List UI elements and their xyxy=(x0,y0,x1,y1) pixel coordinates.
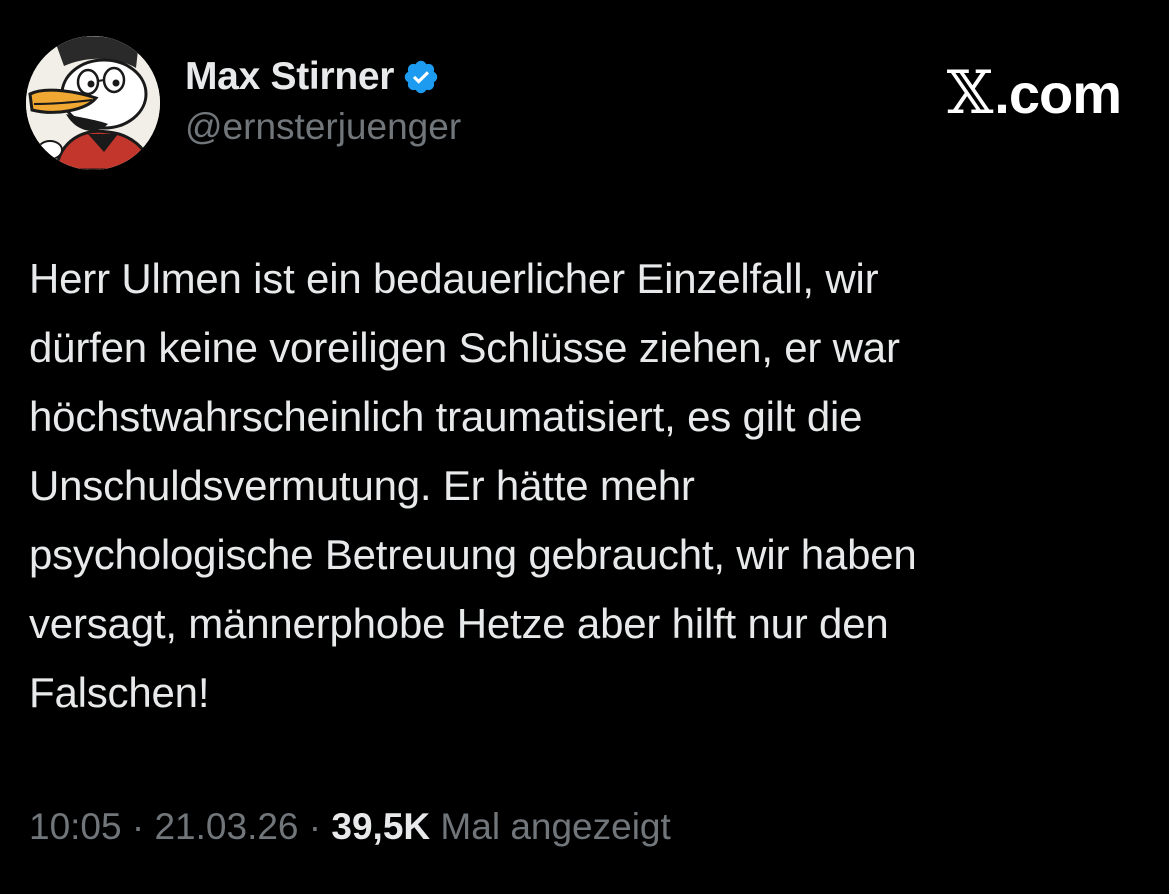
x-logo-icon: 𝕏 xyxy=(946,58,994,128)
author-name-row[interactable]: Max Stirner xyxy=(185,52,440,102)
avatar[interactable] xyxy=(26,36,160,170)
meta-separator: · xyxy=(298,806,332,847)
views-count: 39,5K xyxy=(331,806,431,847)
views-label: Mal angezeigt xyxy=(440,806,671,847)
author-display-name[interactable]: Max Stirner xyxy=(185,55,394,99)
duck-cartoon-avatar-icon xyxy=(26,36,160,170)
verified-badge-icon xyxy=(402,58,440,96)
tweet-date[interactable]: 21.03.26 xyxy=(154,806,298,847)
brand-label: .com xyxy=(994,61,1122,125)
brand-watermark: 𝕏 .com xyxy=(946,58,1122,128)
tweet-meta: 10:05 · 21.03.26 · 39,5K Mal angezeigt xyxy=(29,806,671,848)
tweet-text: Herr Ulmen ist ein bedauerlicher Einzelf… xyxy=(29,255,917,716)
tweet-time[interactable]: 10:05 xyxy=(29,806,122,847)
meta-separator: · xyxy=(121,806,155,847)
author-handle[interactable]: @ernsterjuenger xyxy=(185,106,461,148)
